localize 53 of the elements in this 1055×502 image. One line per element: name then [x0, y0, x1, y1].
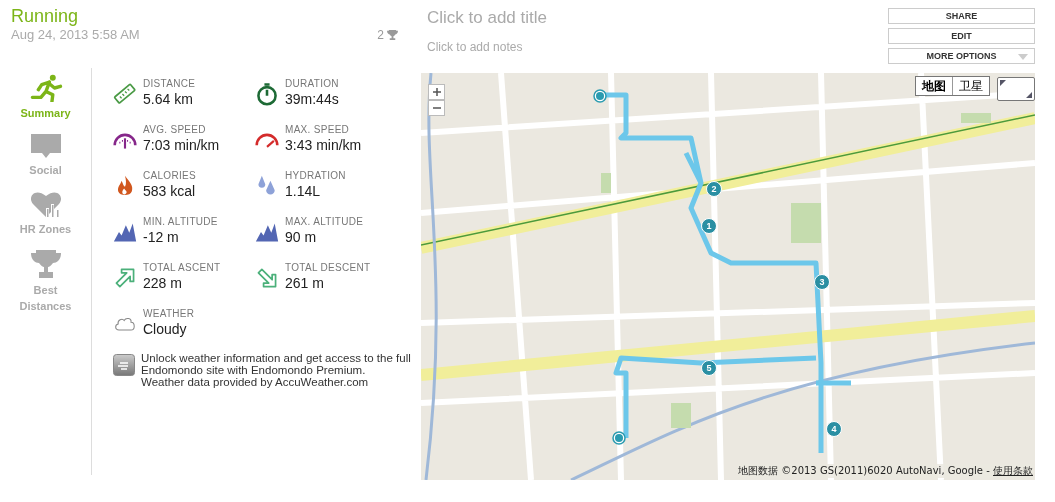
sport-title: Running — [11, 5, 80, 27]
fullscreen-button[interactable] — [997, 77, 1035, 101]
stat-value: 90 m — [285, 228, 318, 246]
terms-link[interactable]: 使用条款 — [993, 465, 1033, 476]
stat-value: 228 m — [143, 274, 183, 292]
title-field[interactable]: Click to add title — [427, 7, 727, 29]
stat-label: WEATHER — [143, 308, 195, 320]
stat-value: 1.14L — [285, 182, 322, 200]
stat-label: DURATION — [285, 78, 339, 90]
ruler-icon — [113, 82, 137, 106]
finish-marker-icon — [612, 431, 626, 445]
action-button[interactable]: SHARE — [888, 8, 1035, 24]
stat-label: HYDRATION — [285, 170, 346, 182]
weather-badge-icon — [113, 354, 135, 376]
speech-bubble-icon — [29, 133, 62, 159]
trophy-icon — [29, 249, 62, 279]
arrow-up-right-icon — [113, 266, 137, 290]
runner-icon — [28, 74, 63, 102]
stat-value: 261 m — [285, 274, 325, 292]
stat-label: AVG. SPEED — [143, 124, 207, 136]
stat-value: 5.64 km — [143, 90, 194, 108]
workout-date: Aug 24, 2013 5:58 AM — [11, 27, 140, 42]
stat-value: -12 m — [143, 228, 180, 246]
trophy-count: 2 — [377, 27, 384, 42]
caret-icon — [1018, 54, 1028, 60]
stat-value: 39m:44s — [285, 90, 339, 108]
stat-label: MAX. ALTITUDE — [285, 216, 364, 228]
plus-icon — [431, 87, 442, 97]
start-marker-icon — [593, 89, 607, 103]
stat-label: DISTANCE — [143, 78, 196, 90]
action-button[interactable]: EDIT — [888, 28, 1035, 44]
zoom-in-button[interactable] — [428, 84, 445, 100]
more-options-dropdown[interactable]: MORE OPTIONS — [888, 48, 1035, 64]
stat-label: CALORIES — [143, 170, 196, 182]
notes-field[interactable]: Click to add notes — [427, 40, 727, 54]
stat-label: MIN. ALTITUDE — [143, 216, 218, 228]
stat-label: TOTAL ASCENT — [143, 262, 221, 274]
stat-value: Cloudy — [143, 320, 188, 338]
stat-value: 3:43 min/km — [285, 136, 362, 154]
stat-label: TOTAL DESCENT — [285, 262, 371, 274]
trophy-icon — [387, 29, 398, 40]
weather-credit: Weather data provided by AccuWeather.com — [141, 376, 370, 388]
zoom-out-button[interactable] — [428, 100, 445, 116]
heart-chart-icon — [29, 190, 62, 218]
map-type-tab[interactable]: 卫星 — [952, 77, 989, 95]
arrow-down-right-icon — [255, 266, 279, 290]
map-attribution: 地图数据 ©2013 GS(2011)6020 AutoNavi, Google - — [738, 465, 991, 476]
stopwatch-icon — [255, 82, 279, 106]
premium-message: Unlock weather information and get access to the full Endomondo site with Endomondo Premium. — [141, 352, 411, 376]
stat-value: 7:03 min/km — [143, 136, 220, 154]
stat-label: MAX. SPEED — [285, 124, 351, 136]
stat-value: 583 kcal — [143, 182, 196, 200]
map-type-tab[interactable]: 地图 — [916, 77, 952, 95]
